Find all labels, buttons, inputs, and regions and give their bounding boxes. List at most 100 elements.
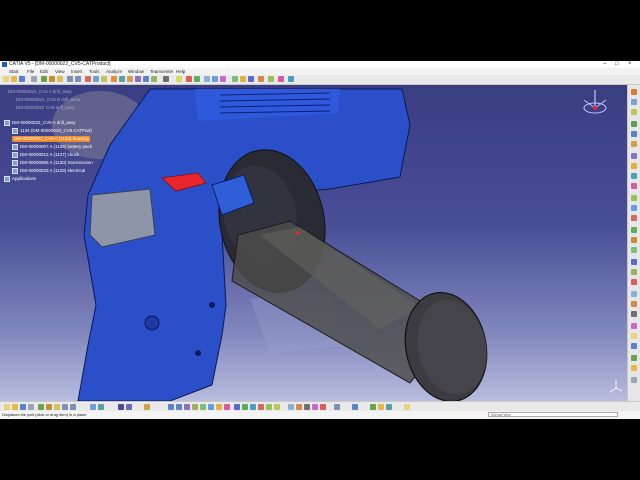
undo-icon[interactable] <box>62 404 68 410</box>
bom-icon[interactable] <box>631 333 637 339</box>
replace-icon[interactable] <box>631 141 637 147</box>
clash-icon[interactable] <box>631 259 637 265</box>
reorder-icon[interactable] <box>278 76 284 82</box>
menu-edit[interactable]: Edit <box>40 68 48 75</box>
manipulation-icon[interactable] <box>631 227 637 233</box>
isometric-view-icon[interactable] <box>242 404 248 410</box>
filter-icon[interactable] <box>268 76 274 82</box>
fit-all-icon[interactable] <box>118 404 124 410</box>
catalog-icon[interactable] <box>631 323 637 329</box>
magnifier-icon[interactable] <box>386 404 392 410</box>
undo-icon[interactable] <box>67 76 73 82</box>
ground-icon[interactable] <box>352 404 358 410</box>
compass-icon[interactable] <box>580 88 610 118</box>
component-icon[interactable] <box>101 76 107 82</box>
copy-icon[interactable] <box>49 76 55 82</box>
normal-view-icon[interactable] <box>184 404 190 410</box>
bottom-view-icon[interactable] <box>296 404 302 410</box>
new-icon[interactable] <box>4 404 10 410</box>
swap-visible-space-icon[interactable] <box>224 404 230 410</box>
workbench-icon[interactable] <box>631 89 637 95</box>
shading-icon[interactable] <box>208 404 214 410</box>
open-icon[interactable] <box>11 76 17 82</box>
whats-this-icon[interactable] <box>90 404 96 410</box>
close-button[interactable]: × <box>628 61 632 68</box>
save-icon[interactable] <box>20 404 26 410</box>
zoom-in-icon[interactable] <box>168 404 174 410</box>
cut-icon[interactable] <box>38 404 44 410</box>
redo-icon[interactable] <box>75 76 81 82</box>
apply-material-icon[interactable] <box>378 404 384 410</box>
front-view-icon[interactable] <box>250 404 256 410</box>
top-view-icon[interactable] <box>288 404 294 410</box>
tools-icon[interactable] <box>85 76 91 82</box>
tree-item[interactable]: DM-00000007 A (1126) battery pack <box>12 144 92 150</box>
publish-icon[interactable] <box>248 76 254 82</box>
hide-show-icon[interactable] <box>204 76 210 82</box>
menu-tools[interactable]: Tools <box>89 68 100 75</box>
knowledge-icon[interactable] <box>288 76 294 82</box>
distance-icon[interactable] <box>631 279 637 285</box>
paste-icon[interactable] <box>54 404 60 410</box>
material-icon[interactable] <box>370 404 376 410</box>
clash-icon[interactable] <box>143 76 149 82</box>
minimize-button[interactable]: – <box>603 61 606 68</box>
explode-icon[interactable] <box>135 76 141 82</box>
coincidence-icon[interactable] <box>631 153 637 159</box>
hide-show-icon[interactable] <box>216 404 222 410</box>
command-input[interactable]: Normal View <box>488 412 618 417</box>
menu-file[interactable]: File <box>27 68 34 75</box>
menu-analyze[interactable]: Analyze <box>106 68 122 75</box>
back-view-icon[interactable] <box>258 404 264 410</box>
render-style-icon[interactable] <box>312 404 318 410</box>
space-analysis-icon[interactable] <box>631 343 637 349</box>
new-part-icon[interactable] <box>631 121 637 127</box>
menu-view[interactable]: View <box>55 68 65 75</box>
pan-icon[interactable] <box>126 404 132 410</box>
fly-mode-icon[interactable] <box>98 404 104 410</box>
swap-icon[interactable] <box>186 76 192 82</box>
copy-icon[interactable] <box>46 404 52 410</box>
menu-help[interactable]: Help <box>176 68 185 75</box>
swap-visible-icon[interactable] <box>212 76 218 82</box>
quick-view-icon[interactable] <box>200 404 206 410</box>
zoom-out-icon[interactable] <box>176 404 182 410</box>
save-icon[interactable] <box>19 76 25 82</box>
contact-icon[interactable] <box>631 163 637 169</box>
depth-effect-icon[interactable] <box>334 404 340 410</box>
snap-icon[interactable] <box>127 76 133 82</box>
move-icon[interactable] <box>119 76 125 82</box>
tree-item-root[interactable]: DM-00000022_CV5 A drill_assy <box>4 120 76 126</box>
menu-insert[interactable]: Insert <box>71 68 82 75</box>
properties-icon[interactable] <box>220 76 226 82</box>
measure-item-icon[interactable] <box>631 355 637 361</box>
text-icon[interactable] <box>631 301 637 307</box>
redo-icon[interactable] <box>70 404 76 410</box>
annotation-icon[interactable] <box>631 291 637 297</box>
menu-teamcenter[interactable]: Teamcenter <box>150 68 174 75</box>
print-icon[interactable] <box>31 76 37 82</box>
drill-model[interactable] <box>0 85 627 401</box>
right-view-icon[interactable] <box>274 404 280 410</box>
3d-viewport[interactable]: DM-00000022_CV5 A drill_assy DM-00000022… <box>0 85 627 401</box>
menu-window[interactable]: Window <box>128 68 144 75</box>
insert-component-icon[interactable] <box>631 109 637 115</box>
paste-icon[interactable] <box>57 76 63 82</box>
explode-icon[interactable] <box>631 247 637 253</box>
multi-view-icon[interactable] <box>192 404 198 410</box>
named-views-icon[interactable] <box>304 404 310 410</box>
scene-icon[interactable] <box>631 311 637 317</box>
open-icon[interactable] <box>12 404 18 410</box>
tree-item-applications[interactable]: Applications <box>4 176 36 182</box>
catalog-icon[interactable] <box>176 76 182 82</box>
left-view-icon[interactable] <box>266 404 272 410</box>
tree-item[interactable]: DM-00000012 A (1127) chuck <box>12 152 79 158</box>
link-icon[interactable] <box>258 76 264 82</box>
tree-item[interactable]: DM-00000033 A (1129) electrical <box>12 168 85 174</box>
measure-inertia-icon[interactable] <box>631 365 637 371</box>
section-icon[interactable] <box>151 76 157 82</box>
fix-icon[interactable] <box>631 195 637 201</box>
publication-icon[interactable] <box>404 404 410 410</box>
scene-icon[interactable] <box>232 76 238 82</box>
offset-icon[interactable] <box>631 173 637 179</box>
